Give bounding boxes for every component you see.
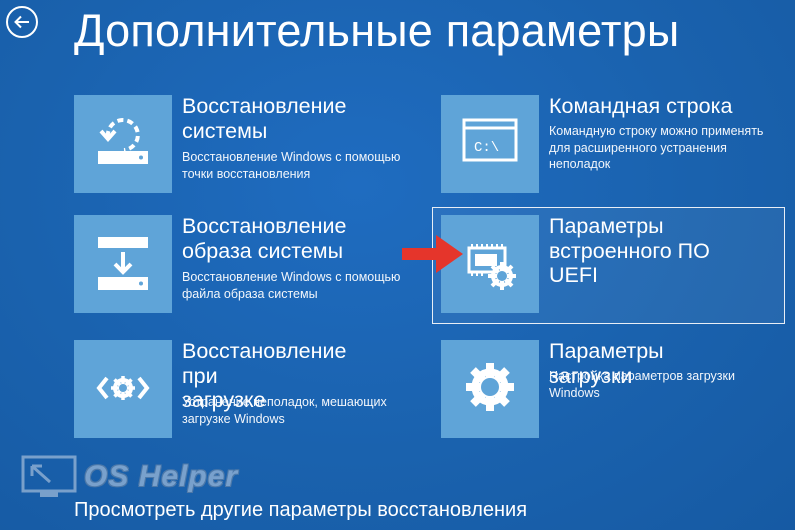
option-uefi-firmware-settings[interactable]: Параметры встроенного ПО UEFI	[441, 214, 781, 315]
option-command-prompt[interactable]: C:\ Командная строка Командную строку мо…	[441, 94, 781, 195]
option-description: Командную строку можно применять для рас…	[549, 124, 764, 171]
system-restore-tile	[74, 95, 172, 193]
system-restore-icon	[98, 118, 148, 164]
red-pointer-arrow-icon	[402, 235, 463, 273]
watermark: OS Helper	[20, 452, 280, 502]
option-system-restore[interactable]: Восстановление системы Восстановление Wi…	[74, 94, 414, 195]
startup-repair-icon	[96, 376, 150, 400]
page-title: Дополнительные параметры	[74, 5, 680, 56]
option-description: Восстановление Windows с помощью точки в…	[182, 150, 401, 181]
option-description: Устранение неполадок, мешающих загрузке …	[182, 395, 387, 426]
back-button[interactable]	[6, 6, 38, 38]
option-startup-repair[interactable]: Восстановление при загрузке Устранение н…	[74, 339, 414, 440]
option-system-image-recovery[interactable]: Восстановление образа системы Восстановл…	[74, 214, 414, 315]
startup-settings-tile	[441, 340, 539, 438]
option-title: Параметры встроенного ПО UEFI	[549, 214, 710, 287]
more-recovery-options-link[interactable]: Просмотреть другие параметры восстановле…	[74, 497, 527, 523]
command-prompt-icon-text: C:\	[474, 140, 499, 156]
system-image-tile	[74, 215, 172, 313]
system-image-icon	[98, 237, 148, 290]
option-description: Настройка параметров загрузки Windows	[549, 369, 735, 400]
startup-settings-gear-icon	[466, 363, 514, 411]
startup-repair-tile	[74, 340, 172, 438]
option-title: Восстановление образа системы	[182, 214, 347, 263]
back-arrow-icon	[14, 15, 29, 29]
option-description: Восстановление Windows с помощью файла о…	[182, 270, 401, 301]
option-startup-settings[interactable]: Параметры загрузки Настройка параметров …	[441, 339, 781, 440]
command-prompt-icon: C:\	[462, 118, 518, 162]
option-title: Восстановление системы	[182, 94, 347, 143]
command-prompt-tile: C:\	[441, 95, 539, 193]
option-title: Командная строка	[549, 94, 733, 118]
watermark-text: OS Helper	[84, 460, 239, 493]
watermark-logo-icon	[21, 455, 77, 497]
